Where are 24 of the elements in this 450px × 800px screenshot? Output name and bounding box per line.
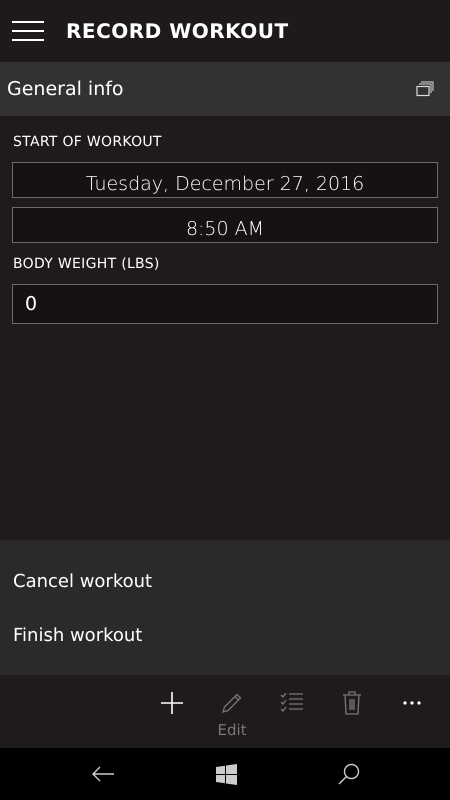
page-title: RECORD WORKOUT [66,19,289,43]
menu-icon [12,20,44,42]
field-label: START OF WORKOUT [13,134,163,150]
search-icon [338,763,360,785]
picker-field[interactable]: Tuesday, December 27, 2016 [12,162,438,198]
menu-button[interactable] [12,20,44,42]
back-button[interactable] [90,766,114,782]
section-title: General info [7,78,124,100]
stacked-windows-icon [416,81,434,97]
field-label: BODY WEIGHT (LBS) [13,256,161,272]
plus-icon [160,691,184,715]
pencil-icon [220,691,244,715]
more-icon [403,701,421,705]
windows-icon [216,764,236,784]
search-button[interactable] [338,763,360,785]
menu-item[interactable]: Cancel workout [0,554,450,608]
checklist-icon [280,691,304,713]
stacked-windows-button[interactable] [416,81,434,97]
start-button[interactable] [216,764,236,784]
input-field[interactable]: 0 [12,284,438,324]
picker-field[interactable]: 8:50 AM [12,207,438,243]
menu-item[interactable]: Finish workout [0,608,450,662]
trash-icon [342,691,362,715]
back-icon [90,766,114,782]
